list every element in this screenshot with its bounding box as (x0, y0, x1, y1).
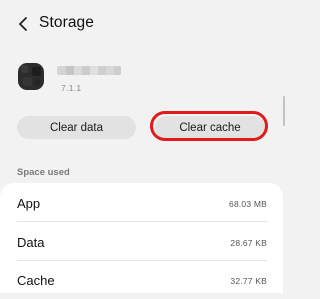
app-name-redacted (57, 66, 121, 75)
back-button[interactable] (12, 12, 34, 36)
divider (17, 221, 267, 222)
app-icon (17, 61, 45, 91)
row-label: App (17, 196, 41, 211)
row-value: 68.03 MB (229, 199, 267, 209)
row-label: Data (17, 235, 45, 250)
row-value: 32.77 KB (230, 276, 267, 286)
row-value: 28.67 KB (230, 238, 267, 248)
row-label: Cache (17, 273, 55, 288)
page-title: Storage (39, 14, 94, 31)
space-used-header: Space used (17, 167, 70, 178)
scroll-indicator[interactable] (283, 96, 285, 126)
storage-row-app: App 68.03 MB (0, 185, 283, 222)
app-version: 7.1.1 (61, 83, 82, 93)
divider (17, 260, 267, 261)
app-bar: Storage (0, 0, 285, 48)
clear-cache-button[interactable]: Clear cache (155, 116, 265, 139)
storage-row-data: Data 28.67 KB (0, 224, 283, 261)
clear-data-button[interactable]: Clear data (17, 116, 136, 139)
storage-card: App 68.03 MB Data 28.67 KB Cache 32.77 K… (0, 183, 283, 293)
storage-row-cache: Cache 32.77 KB (0, 262, 283, 299)
chevron-left-icon (19, 17, 27, 31)
